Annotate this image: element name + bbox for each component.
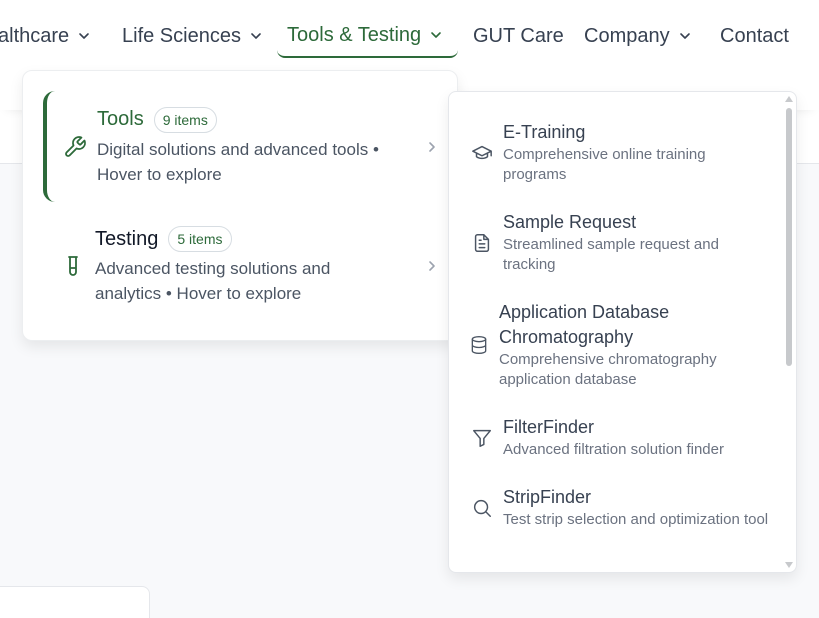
category-description: Advanced testing solutions and analytics… [95,259,331,303]
nav-item-label: althcare [0,24,70,47]
nav-item-company[interactable]: Company [584,14,692,58]
submenu-item-description: Advanced filtration solution finder [503,441,724,458]
top-nav: althcare Life Sciences Tools & Testing G… [0,0,819,70]
submenu-item-title: Application Database Chromatography [499,302,670,347]
content-card [0,586,150,618]
submenu-item-description: Test strip selection and optimization to… [503,511,769,528]
chevron-down-icon [251,33,261,39]
nav-item-tools-testing[interactable]: Tools & Testing [277,14,458,58]
chevron-down-icon [79,33,89,39]
category-description: Digital solutions and advanced tools • H… [97,139,379,184]
nav-item-label: GUT Care [473,24,564,47]
search-icon [473,499,491,517]
nav-item-label: Company [584,24,670,47]
submenu-item-title: FilterFinder [503,417,595,437]
category-tools[interactable]: Tools 9 items Digital solutions and adva… [43,91,441,202]
item-count-badge: 9 items [153,106,217,133]
chevron-down-icon [431,32,441,38]
chevron-right-icon [429,141,435,152]
scroll-down-arrow-icon[interactable] [785,562,793,568]
submenu-item-sample-request[interactable]: Sample Request Streamlined sample reques… [471,210,771,275]
database-icon [471,336,487,355]
nav-item-healthcare[interactable]: althcare [0,14,91,58]
wrench-icon [65,135,86,157]
scrollbar[interactable] [784,92,794,572]
tools-testing-dropdown: Tools 9 items Digital solutions and adva… [22,70,458,341]
submenu-item-description: Comprehensive online training programs [503,146,706,183]
nav-item-gut-care[interactable]: GUT Care [473,14,564,58]
nav-item-label: Contact [720,24,789,47]
submenu-item-title: Sample Request [503,212,637,232]
submenu-item-application-database[interactable]: Application Database Chromatography Comp… [469,300,729,390]
nav-item-life-sciences[interactable]: Life Sciences [122,14,263,58]
category-title: Tools [97,108,144,130]
nav-item-label: Tools & Testing [287,23,422,46]
submenu-item-e-training[interactable]: E-Training Comprehensive online training… [471,120,771,185]
submenu-item-filterfinder[interactable]: FilterFinder Advanced filtration solutio… [471,415,771,460]
scrollbar-thumb[interactable] [786,108,792,366]
item-count-badge: 5 items [168,226,232,252]
test-tube-icon [68,256,78,276]
category-testing[interactable]: Testing 5 items Advanced testing solutio… [43,221,441,311]
tools-submenu: E-Training Comprehensive online training… [448,91,797,573]
nav-item-label: Life Sciences [122,24,241,47]
chevron-right-icon [429,261,435,271]
graduation-cap-icon [472,145,492,159]
scroll-up-arrow-icon[interactable] [785,96,793,102]
submenu-item-title: StripFinder [503,487,592,507]
submenu-item-description: Streamlined sample request and tracking [503,236,719,273]
document-icon [474,233,490,252]
filter-icon [473,429,491,447]
nav-item-contact[interactable]: Contact [720,14,789,58]
category-title: Testing [95,227,159,250]
submenu-item-title: E-Training [503,122,586,142]
chevron-down-icon [679,33,690,39]
submenu-item-stripfinder[interactable]: StripFinder Test strip selection and opt… [471,485,771,530]
submenu-item-description: Comprehensive chromatography application… [499,351,717,388]
